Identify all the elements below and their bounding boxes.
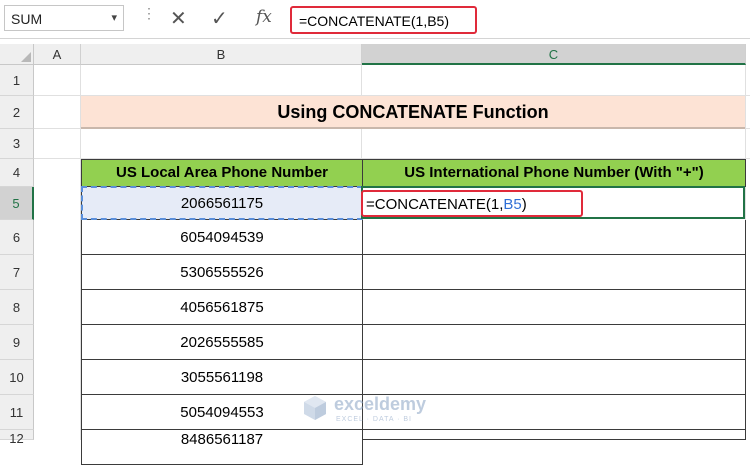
row-header-11[interactable]: 11 (0, 395, 34, 430)
cell-b12[interactable]: 8486561187 (81, 430, 363, 465)
watermark-name: exceldemy (334, 394, 427, 414)
cell-b9[interactable]: 2026555585 (81, 325, 363, 360)
row-header-3[interactable]: 3 (0, 129, 34, 159)
name-box[interactable]: SUM ▾ (4, 5, 124, 31)
row-header-6[interactable]: 6 (0, 220, 34, 255)
sheet-title[interactable]: Using CONCATENATE Function (81, 96, 745, 129)
cancel-icon[interactable]: ✕ (170, 6, 187, 31)
cell-b8[interactable]: 4056561875 (81, 290, 363, 325)
cell-c5-editing-text: =CONCATENATE(1,B5) (366, 196, 527, 213)
cell-c7[interactable] (362, 255, 746, 290)
formula-input[interactable]: =CONCATENATE(1,B5) (290, 6, 477, 34)
formula-cell-reference: B5 (503, 196, 522, 213)
row-header-12[interactable]: 12 (0, 430, 34, 446)
cell-b10[interactable]: 3055561198 (81, 360, 363, 395)
formula-prefix: =CONCATENATE(1, (366, 196, 504, 213)
select-all-corner[interactable] (0, 44, 34, 65)
row-header-8[interactable]: 8 (0, 290, 34, 325)
row-header-4[interactable]: 4 (0, 159, 34, 187)
cell-c9[interactable] (362, 325, 746, 360)
row-header-5[interactable]: 5 (0, 187, 34, 220)
column-header-c[interactable]: C (362, 44, 746, 65)
row-header-10[interactable]: 10 (0, 360, 34, 395)
formula-text: =CONCATENATE(1,B5) (299, 13, 450, 29)
formula-suffix: ) (521, 196, 527, 213)
enter-checkmark-icon[interactable]: ✓ (211, 6, 228, 31)
column-header-a[interactable]: A (34, 44, 81, 65)
more-options-icon[interactable]: ⋮ (142, 6, 156, 20)
cell-b6[interactable]: 6054094539 (81, 220, 363, 255)
cell-c8[interactable] (362, 290, 746, 325)
exceldemy-watermark: exceldemy EXCEL · DATA · BI (302, 393, 462, 429)
row-header-7[interactable]: 7 (0, 255, 34, 290)
row-header-2[interactable]: 2 (0, 96, 34, 129)
insert-function-icon[interactable]: fx (256, 7, 272, 27)
formula-bar: SUM ▾ ⋮ ✕ ✓ fx =CONCATENATE(1,B5) (0, 0, 750, 39)
select-all-triangle-icon (21, 52, 31, 62)
cell-b5[interactable]: 2066561175 (81, 187, 363, 220)
row-header-9[interactable]: 9 (0, 325, 34, 360)
row-header-1[interactable]: 1 (0, 65, 34, 96)
cell-c5-formula-highlight[interactable]: =CONCATENATE(1,B5) (361, 190, 583, 217)
chevron-down-icon[interactable]: ▾ (111, 11, 117, 24)
name-box-value: SUM (11, 11, 43, 27)
cell-c12[interactable] (362, 430, 746, 440)
watermark-tagline: EXCEL · DATA · BI (336, 416, 412, 423)
cell-c6[interactable] (362, 220, 746, 255)
exceldemy-logo-icon (304, 396, 326, 420)
cell-b7[interactable]: 5306555526 (81, 255, 363, 290)
header-international-number[interactable]: US International Phone Number (With "+") (362, 159, 746, 187)
header-local-number[interactable]: US Local Area Phone Number (81, 159, 363, 187)
cell-c10[interactable] (362, 360, 746, 395)
column-header-b[interactable]: B (81, 44, 362, 65)
